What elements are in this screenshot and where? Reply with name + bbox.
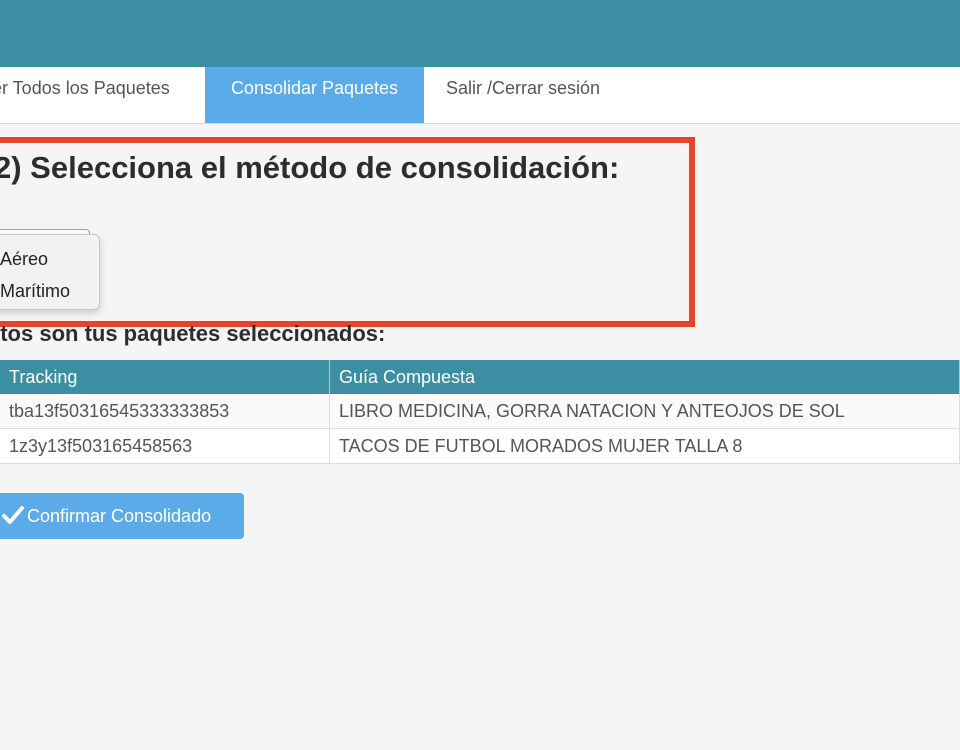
option-aereo[interactable]: Aéreo bbox=[0, 249, 48, 270]
column-header-guia: Guía Compuesta bbox=[329, 360, 960, 394]
table-row: 1z3y13f503165458563 TACOS DE FUTBOL MORA… bbox=[0, 428, 960, 464]
confirm-button-label: Confirmar Consolidado bbox=[27, 506, 212, 526]
selected-packages-title: stos son tus paquetes seleccionados: bbox=[0, 321, 386, 346]
table-header-row: Tracking Guía Compuesta bbox=[0, 360, 960, 394]
tracking-cell: tba13f50316545333333853 bbox=[0, 394, 330, 429]
check-icon bbox=[2, 506, 24, 524]
consolidation-method-dropdown: Aéreo Marítimo bbox=[0, 234, 100, 310]
consolidation-method-title: 2) Selecciona el método de consolidación… bbox=[0, 150, 620, 185]
tracking-cell: 1z3y13f503165458563 bbox=[0, 428, 330, 464]
confirm-consolidation-button[interactable]: Confirmar Consolidado bbox=[0, 493, 244, 539]
table-row: tba13f50316545333333853 LIBRO MEDICINA, … bbox=[0, 394, 960, 429]
nav-consolidate-packages[interactable]: Consolidar Paquetes bbox=[205, 67, 424, 123]
app-header-bar bbox=[0, 0, 960, 67]
nav-view-all-packages[interactable]: er Todos los Paquetes bbox=[0, 67, 197, 123]
guia-cell: TACOS DE FUTBOL MORADOS MUJER TALLA 8 bbox=[329, 428, 960, 464]
main-nav: er Todos los Paquetes Consolidar Paquete… bbox=[0, 67, 960, 124]
column-header-tracking: Tracking bbox=[0, 360, 330, 394]
nav-logout[interactable]: Salir /Cerrar sesión bbox=[446, 67, 646, 123]
option-maritimo[interactable]: Marítimo bbox=[0, 281, 70, 302]
selected-packages-table: Tracking Guía Compuesta tba13f5031654533… bbox=[0, 360, 960, 464]
guia-cell: LIBRO MEDICINA, GORRA NATACION Y ANTEOJO… bbox=[329, 394, 960, 429]
